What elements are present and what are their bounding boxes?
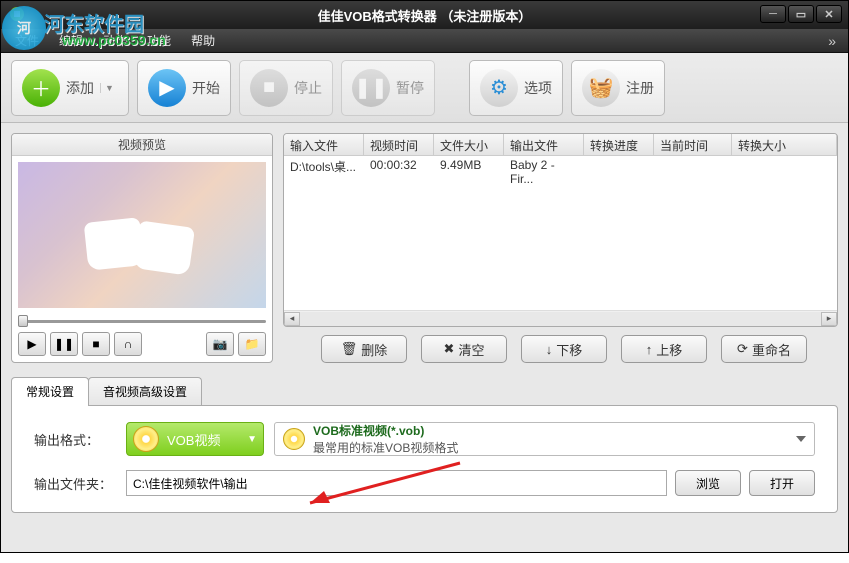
minimize-button[interactable]: ─ xyxy=(760,5,786,23)
add-dropdown-arrow[interactable]: ▼ xyxy=(100,83,118,93)
preview-pane: 视频预览 ▶ ❚❚ ■ ∩ 📷 📁 xyxy=(11,133,273,363)
format-title: VOB标准视频(*.vob) xyxy=(313,422,458,439)
cell-videotime: 00:00:32 xyxy=(364,156,434,176)
add-button[interactable]: ＋ 添加 ▼ xyxy=(11,60,129,116)
pv-play-button[interactable]: ▶ xyxy=(18,332,46,356)
rename-button[interactable]: ⟳重命名 xyxy=(721,335,807,363)
tab-advanced[interactable]: 音视频高级设置 xyxy=(88,377,202,405)
output-folder-label: 输出文件夹： xyxy=(34,474,126,493)
col-videotime[interactable]: 视频时间 xyxy=(364,134,434,155)
menu-overflow-icon[interactable]: » xyxy=(828,33,844,49)
chevron-down-icon xyxy=(796,436,806,442)
cell-curtime xyxy=(654,156,732,176)
pv-pause-button[interactable]: ❚❚ xyxy=(50,332,78,356)
titlebar: 佳佳VOB格式转换器 （未注册版本） ─ ▭ ✕ xyxy=(1,1,848,29)
pv-folder-button[interactable]: 📁 xyxy=(238,332,266,356)
stop-button[interactable]: ■ 停止 xyxy=(239,60,333,116)
tab-panel-general: 输出格式： VOB视频 ▼ VOB标准视频(*.vob) 最常用的标准VOB视频… xyxy=(11,405,838,513)
scroll-track[interactable] xyxy=(300,312,821,326)
seek-thumb[interactable] xyxy=(18,315,28,327)
col-convsize[interactable]: 转换大小 xyxy=(732,134,837,155)
open-button[interactable]: 打开 xyxy=(749,470,815,496)
menu-help[interactable]: 帮助 xyxy=(181,29,225,52)
clear-button[interactable]: ✖清空 xyxy=(421,335,507,363)
gear-icon: ⚙ xyxy=(480,69,518,107)
basket-icon: 🧺 xyxy=(582,69,620,107)
pv-snapshot-button[interactable]: 📷 xyxy=(206,332,234,356)
stop-label: 停止 xyxy=(294,78,322,98)
pv-stop-button[interactable]: ■ xyxy=(82,332,110,356)
options-button[interactable]: ⚙ 选项 xyxy=(469,60,563,116)
col-progress[interactable]: 转换进度 xyxy=(584,134,654,155)
col-filesize[interactable]: 文件大小 xyxy=(434,134,504,155)
window-title: 佳佳VOB格式转换器 （未注册版本） xyxy=(318,6,532,25)
movedown-button[interactable]: ↓下移 xyxy=(521,335,607,363)
register-label: 注册 xyxy=(626,78,654,98)
list-header: 输入文件 视频时间 文件大小 输出文件 转换进度 当前时间 转换大小 xyxy=(284,134,837,156)
pause-icon: ❚❚ xyxy=(352,69,390,107)
col-curtime[interactable]: 当前时间 xyxy=(654,134,732,155)
start-button[interactable]: ▶ 开始 xyxy=(137,60,231,116)
plus-icon: ＋ xyxy=(22,69,60,107)
pause-label: 暂停 xyxy=(396,78,424,98)
menu-action[interactable]: 动作 xyxy=(93,29,137,52)
start-label: 开始 xyxy=(192,78,220,98)
preview-title: 视频预览 xyxy=(12,134,272,156)
dvd-disc-icon xyxy=(133,426,159,452)
stop-icon: ■ xyxy=(250,69,288,107)
moveup-button[interactable]: ↑上移 xyxy=(621,335,707,363)
video-preview xyxy=(18,162,266,308)
maximize-button[interactable]: ▭ xyxy=(788,5,814,23)
cell-filesize: 9.49MB xyxy=(434,156,504,176)
format-description-dropdown[interactable]: VOB标准视频(*.vob) 最常用的标准VOB视频格式 xyxy=(274,422,815,456)
browse-button[interactable]: 浏览 xyxy=(675,470,741,496)
output-path-input[interactable] xyxy=(126,470,667,496)
format-desc: 最常用的标准VOB视频格式 xyxy=(313,439,458,456)
scroll-left-button[interactable]: ◂ xyxy=(284,312,300,326)
cell-convsize xyxy=(732,156,837,176)
register-button[interactable]: 🧺 注册 xyxy=(571,60,665,116)
col-outputfile[interactable]: 输出文件 xyxy=(504,134,584,155)
trash-icon: 🗑 xyxy=(341,341,358,357)
format-select-button[interactable]: VOB视频 ▼ xyxy=(126,422,264,456)
menu-edit[interactable]: 编辑 xyxy=(49,29,93,52)
menu-file[interactable]: 文件 xyxy=(5,29,49,52)
x-icon: ✖ xyxy=(444,341,455,357)
options-label: 选项 xyxy=(524,78,552,98)
pv-loop-button[interactable]: ∩ xyxy=(114,332,142,356)
seek-slider[interactable] xyxy=(18,314,266,328)
output-format-label: 输出格式： xyxy=(34,430,126,449)
format-name: VOB视频 xyxy=(167,430,220,449)
toolbar: ＋ 添加 ▼ ▶ 开始 ■ 停止 ❚❚ 暂停 ⚙ 选项 🧺 注册 xyxy=(1,53,848,123)
refresh-icon: ⟳ xyxy=(737,341,748,357)
close-button[interactable]: ✕ xyxy=(816,5,842,23)
col-inputfile[interactable]: 输入文件 xyxy=(284,134,364,155)
list-row[interactable]: D:\tools\桌... 00:00:32 9.49MB Baby 2 - F… xyxy=(284,156,837,176)
list-body[interactable]: D:\tools\桌... 00:00:32 9.49MB Baby 2 - F… xyxy=(284,156,837,310)
cell-inputfile: D:\tools\桌... xyxy=(284,156,364,176)
cell-outputfile: Baby 2 - Fir... xyxy=(504,156,584,176)
tab-general[interactable]: 常规设置 xyxy=(11,377,89,405)
menubar: 文件 编辑 动作 功能 帮助 » xyxy=(1,29,848,53)
play-icon: ▶ xyxy=(148,69,186,107)
arrow-down-icon: ↓ xyxy=(546,342,553,357)
file-list: 输入文件 视频时间 文件大小 输出文件 转换进度 当前时间 转换大小 D:\to… xyxy=(283,133,838,327)
app-icon xyxy=(9,6,25,22)
menu-function[interactable]: 功能 xyxy=(137,29,181,52)
dvd-disc-icon xyxy=(283,428,305,450)
horizontal-scrollbar[interactable]: ◂ ▸ xyxy=(284,310,837,326)
pause-button[interactable]: ❚❚ 暂停 xyxy=(341,60,435,116)
scroll-right-button[interactable]: ▸ xyxy=(821,312,837,326)
delete-button[interactable]: 🗑删除 xyxy=(321,335,407,363)
add-label: 添加 xyxy=(66,78,94,98)
arrow-up-icon: ↑ xyxy=(646,342,653,357)
cell-progress xyxy=(584,156,654,176)
chevron-down-icon: ▼ xyxy=(247,434,257,445)
